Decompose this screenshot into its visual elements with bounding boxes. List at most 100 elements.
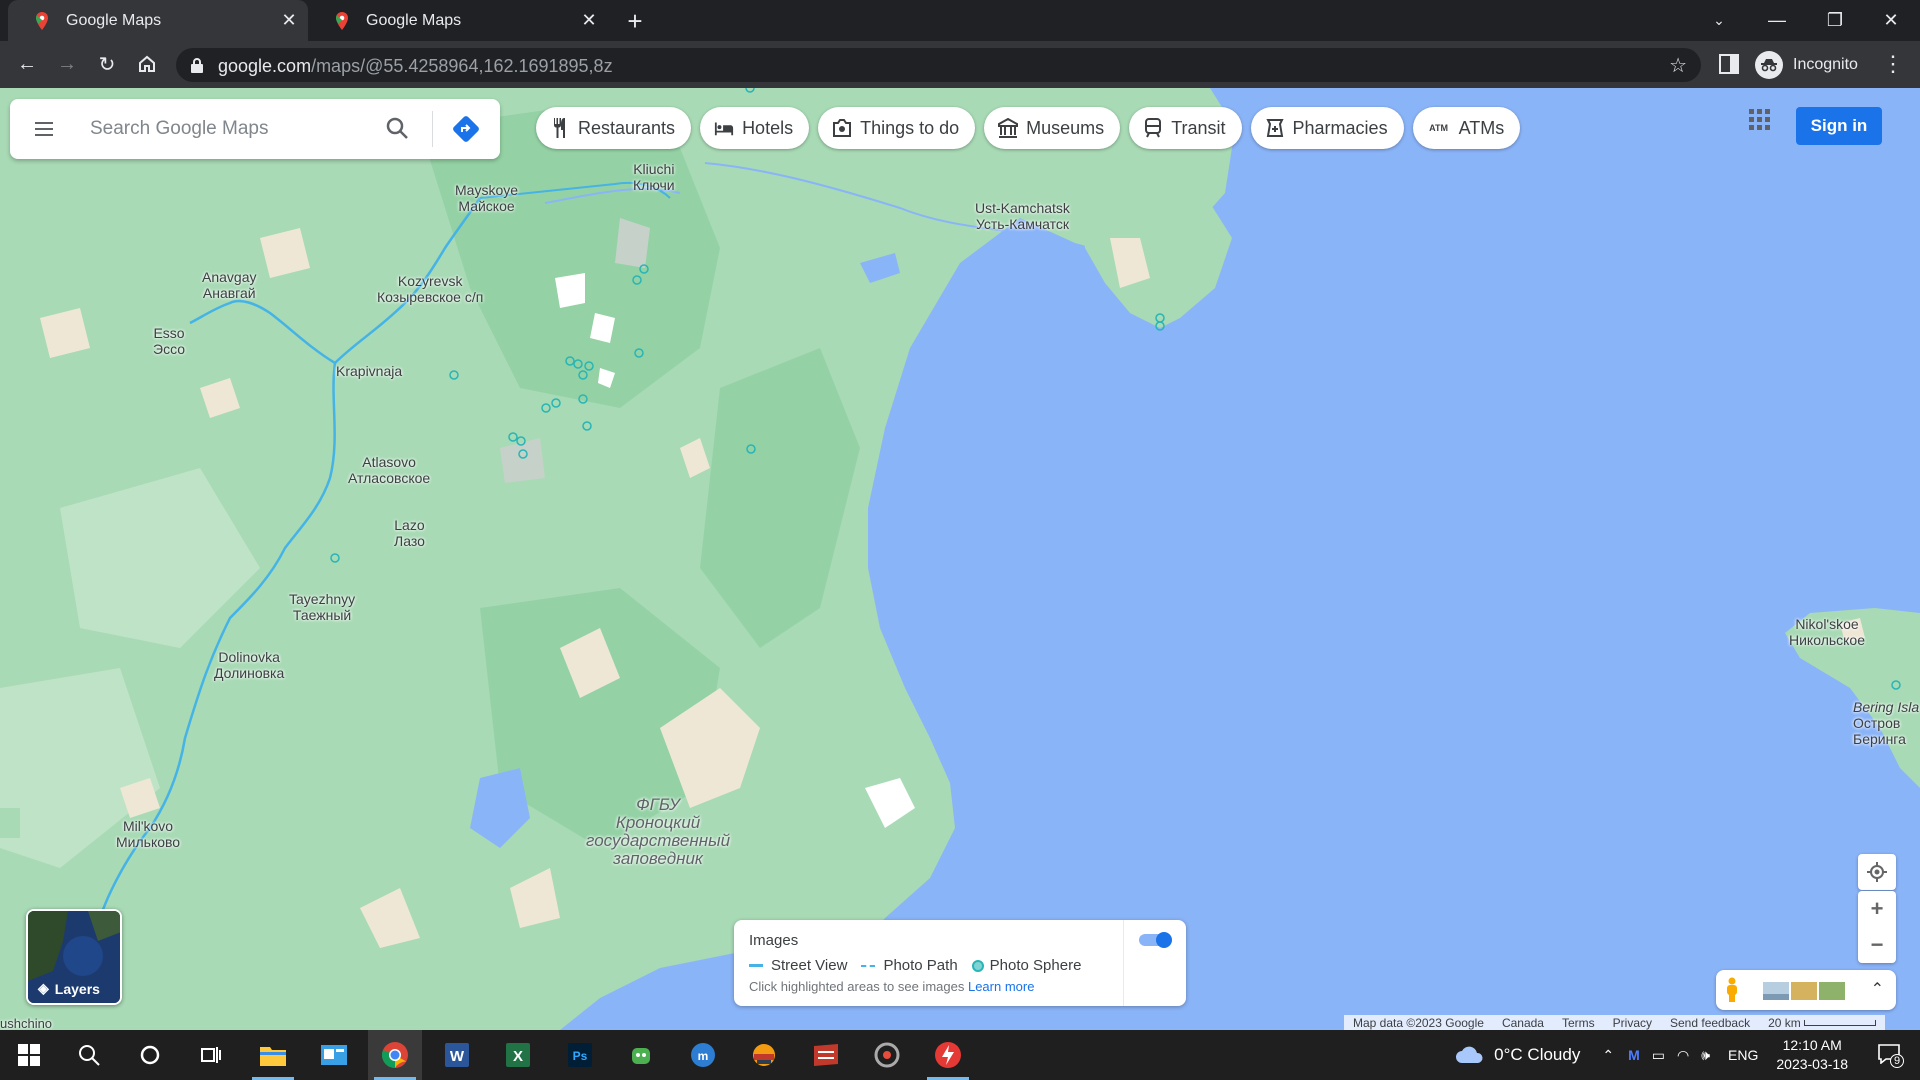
- zoom-out-button[interactable]: −: [1858, 927, 1896, 963]
- control-panel-app[interactable]: [307, 1030, 361, 1080]
- windows-taskbar: W X Ps m 0°C Cloudy ⌃ M ▭ ◠ 🕪 ENG 12:10 …: [0, 1030, 1920, 1080]
- chip-pharmacies[interactable]: Pharmacies: [1250, 107, 1404, 149]
- place-label[interactable]: ushchino: [0, 1016, 52, 1030]
- search-icon[interactable]: [384, 115, 412, 143]
- game-app[interactable]: [614, 1030, 668, 1080]
- reload-button[interactable]: ↻: [90, 47, 124, 81]
- emulator-app[interactable]: [737, 1030, 791, 1080]
- excel-app[interactable]: X: [491, 1030, 545, 1080]
- tab-google-maps-1[interactable]: Google Maps ✕: [8, 0, 308, 41]
- search-icon: [79, 1045, 100, 1066]
- notification-center[interactable]: 9: [1878, 1043, 1908, 1068]
- place-label[interactable]: Krapivnaja: [336, 363, 402, 379]
- address-bar[interactable]: google.com/maps/@55.4258964,162.1691895,…: [176, 48, 1701, 82]
- place-label[interactable]: Ust-Kamchatsk Усть-Камчатск: [975, 200, 1070, 232]
- control-panel-icon: [321, 1045, 347, 1065]
- chip-museums[interactable]: Museums: [984, 107, 1121, 149]
- battery-icon[interactable]: ▭: [1652, 1047, 1665, 1064]
- start-button[interactable]: [2, 1030, 56, 1080]
- chip-transit[interactable]: Transit: [1129, 107, 1242, 149]
- place-label[interactable]: Anavgay Анавгай: [202, 269, 256, 301]
- url-text: google.com/maps/@55.4258964,162.1691895,…: [218, 56, 613, 76]
- region-link[interactable]: Canada: [1493, 1016, 1553, 1030]
- place-label[interactable]: Atlasovo Атласовское: [348, 454, 430, 486]
- place-label[interactable]: Bering Isla Остров Беринга: [1853, 699, 1919, 747]
- atm-icon: ATM: [1429, 123, 1448, 133]
- tab-search-icon[interactable]: ⌄: [1690, 0, 1748, 41]
- terms-link[interactable]: Terms: [1553, 1016, 1604, 1030]
- video-editor-icon: [814, 1044, 838, 1066]
- forward-button[interactable]: →: [50, 47, 84, 81]
- side-panel-icon[interactable]: [1718, 53, 1740, 75]
- place-label[interactable]: Lazo Лазо: [394, 517, 425, 549]
- taskbar-search-button[interactable]: [62, 1030, 116, 1080]
- maps-favicon-icon: [336, 11, 348, 30]
- cortana-button[interactable]: [123, 1030, 177, 1080]
- place-label[interactable]: Mayskoye Майское: [455, 182, 518, 214]
- new-tab-button[interactable]: +: [620, 6, 650, 36]
- layers-button[interactable]: ◈ Layers: [26, 909, 122, 1005]
- back-button[interactable]: ←: [10, 47, 44, 81]
- my-location-button[interactable]: [1858, 854, 1896, 890]
- word-app[interactable]: W: [430, 1030, 484, 1080]
- scale-bar[interactable]: 20 km: [1759, 1016, 1885, 1030]
- home-button[interactable]: [130, 47, 164, 81]
- chip-restaurants[interactable]: Restaurants: [536, 107, 692, 149]
- reserve-label[interactable]: ФГБУ Кроноцкий государственный заповедник: [586, 796, 730, 868]
- browser-menu-icon[interactable]: ⋮: [1882, 51, 1904, 77]
- expand-icon[interactable]: ⌃: [1871, 979, 1884, 999]
- map-canvas[interactable]: Kliuchi Ключи Mayskoye Майское Ust-Kamchat…: [0, 88, 1920, 1030]
- media-app[interactable]: [860, 1030, 914, 1080]
- volume-icon[interactable]: 🕪: [1701, 1047, 1710, 1064]
- video-app[interactable]: [799, 1030, 853, 1080]
- task-view-button[interactable]: [184, 1030, 238, 1080]
- sign-in-button[interactable]: Sign in: [1796, 107, 1882, 145]
- incognito-icon: [1755, 51, 1783, 79]
- file-explorer-app[interactable]: [246, 1030, 300, 1080]
- close-window-button[interactable]: ✕: [1862, 0, 1920, 41]
- show-hidden-icons[interactable]: ⌃: [1602, 1047, 1614, 1064]
- photoshop-app[interactable]: Ps: [553, 1030, 607, 1080]
- directions-icon[interactable]: [451, 114, 481, 144]
- place-label[interactable]: Dolinovka Долиновка: [214, 649, 284, 681]
- chip-hotels[interactable]: Hotels: [700, 107, 810, 149]
- clock[interactable]: 12:10 AM 2023-03-18: [1776, 1036, 1848, 1074]
- privacy-link[interactable]: Privacy: [1604, 1016, 1661, 1030]
- bookmark-star-icon[interactable]: ☆: [1669, 53, 1687, 78]
- place-label[interactable]: Mil'kovo Мильково: [116, 818, 180, 850]
- chip-things-to-do[interactable]: Things to do: [818, 107, 976, 149]
- incognito-profile-button[interactable]: Incognito: [1755, 49, 1858, 81]
- zoom-in-button[interactable]: +: [1858, 891, 1896, 927]
- place-label[interactable]: Esso Эссо: [153, 325, 185, 357]
- hamburger-menu-icon[interactable]: [32, 117, 56, 141]
- chip-atms[interactable]: ATM ATMs: [1412, 107, 1521, 149]
- search-divider: [432, 111, 433, 147]
- language-indicator[interactable]: ENG: [1728, 1047, 1758, 1063]
- app-tray-icon[interactable]: M: [1628, 1047, 1640, 1063]
- weather-widget[interactable]: 0°C Cloudy: [1494, 1045, 1580, 1065]
- browser-toolbar: ← → ↻ google.com/maps/@55.4258964,162.16…: [0, 41, 1920, 88]
- restore-button[interactable]: ❐: [1806, 0, 1864, 41]
- flash-app[interactable]: [921, 1030, 975, 1080]
- bed-icon: [714, 118, 734, 138]
- google-apps-icon[interactable]: [1746, 106, 1774, 134]
- images-panel-title: Images: [749, 932, 799, 949]
- search-input[interactable]: [90, 111, 360, 147]
- close-tab-icon[interactable]: ✕: [276, 8, 302, 34]
- place-label[interactable]: Kozyrevsk Козыревское с/п: [377, 273, 483, 305]
- images-toggle[interactable]: [1139, 932, 1173, 948]
- minimize-button[interactable]: —: [1748, 0, 1806, 41]
- chrome-app[interactable]: [368, 1030, 422, 1080]
- close-tab-icon[interactable]: ✕: [576, 8, 602, 34]
- wifi-icon[interactable]: ◠: [1677, 1047, 1689, 1064]
- place-label[interactable]: Tayezhnyy Таежный: [289, 591, 355, 623]
- mu-app[interactable]: m: [676, 1030, 730, 1080]
- place-label[interactable]: Kliuchi Ключи: [633, 161, 675, 193]
- place-label[interactable]: Nikol'skoe Никольское: [1789, 616, 1865, 648]
- imagery-thumbnails[interactable]: [1763, 982, 1853, 1000]
- learn-more-link[interactable]: Learn more: [968, 979, 1034, 994]
- street-view-bar: ⌃: [1716, 970, 1896, 1010]
- send-feedback-link[interactable]: Send feedback: [1661, 1016, 1759, 1030]
- pegman-icon[interactable]: [1724, 977, 1740, 1003]
- tab-google-maps-2[interactable]: Google Maps ✕: [308, 0, 608, 41]
